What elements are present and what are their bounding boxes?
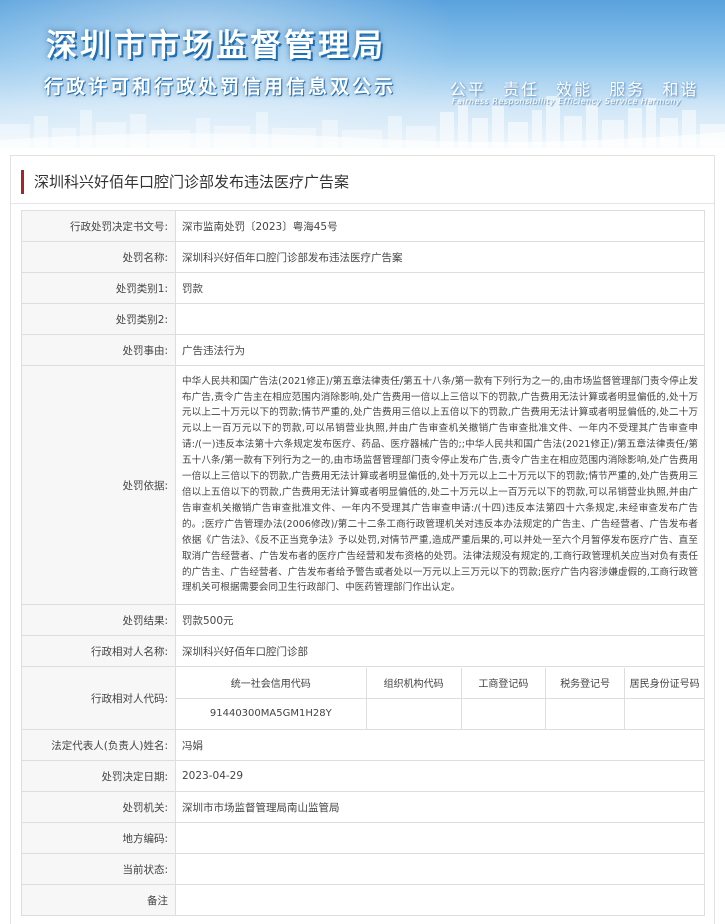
table-row: 备注 (21, 884, 705, 916)
authority-value: 深圳市市场监督管理局南山监管局 (175, 791, 705, 823)
codes-value-row: 91440300MA5GM1H28Y (176, 698, 704, 729)
table-row: 处罚结果: 罚款500元 (21, 604, 705, 636)
status-value (175, 853, 705, 885)
remarks-label: 备注 (21, 884, 176, 916)
banner-subtitle: 行政许可和行政处罚信用信息双公示 (44, 76, 397, 98)
basis-value: 中华人民共和国广告法(2021修正)/第五章法律责任/第五十八条/第一款有下列行… (175, 365, 705, 605)
table-row: 处罚类别2: (21, 303, 705, 335)
result-value: 罚款500元 (175, 604, 705, 636)
table-row: 处罚名称: 深圳科兴好佰年口腔门诊部发布违法医疗广告案 (21, 241, 705, 273)
codes-header-row: 统一社会信用代码 组织机构代码 工商登记码 税务登记号 居民身份证号码 (176, 667, 704, 699)
table-row: 地方编码: (21, 822, 705, 854)
case-detail-panel: 深圳科兴好佰年口腔门诊部发布违法医疗广告案 行政处罚决定书文号: 深市监南处罚〔… (10, 155, 715, 924)
legal-rep-label: 法定代表人(负责人)姓名: (21, 729, 176, 761)
party-codes-table: 统一社会信用代码 组织机构代码 工商登记码 税务登记号 居民身份证号码 9144… (176, 667, 704, 729)
table-row: 法定代表人(负责人)姓名: 冯娟 (21, 729, 705, 761)
header-banner: 深圳市市场监督管理局 行政许可和行政处罚信用信息双公示 公平 责任 效能 服务 … (0, 0, 725, 148)
decision-date-label: 处罚决定日期: (21, 760, 176, 792)
local-code-label: 地方编码: (21, 822, 176, 854)
authority-label: 处罚机关: (21, 791, 176, 823)
code-header: 组织机构代码 (366, 667, 462, 699)
table-row: 处罚决定日期: 2023-04-29 (21, 760, 705, 792)
case-info-table: 行政处罚决定书文号: 深市监南处罚〔2023〕粤海45号 处罚名称: 深圳科兴好… (21, 210, 705, 916)
status-label: 当前状态: (21, 853, 176, 885)
table-row: 处罚事由: 广告违法行为 (21, 334, 705, 366)
category1-label: 处罚类别1: (21, 272, 176, 304)
table-row: 当前状态: (21, 853, 705, 885)
code-header: 居民身份证号码 (624, 667, 704, 699)
decision-date-value: 2023-04-29 (175, 760, 705, 792)
reason-value: 广告违法行为 (175, 334, 705, 366)
table-row: 行政处罚决定书文号: 深市监南处罚〔2023〕粤海45号 (21, 210, 705, 242)
code-header: 统一社会信用代码 (176, 667, 367, 699)
table-row: 处罚类别1: 罚款 (21, 272, 705, 304)
title-divider (11, 203, 714, 204)
category2-label: 处罚类别2: (21, 303, 176, 335)
doc-no-label: 行政处罚决定书文号: (21, 210, 176, 242)
id-number-value (625, 698, 704, 729)
reason-label: 处罚事由: (21, 334, 176, 366)
local-code-value (175, 822, 705, 854)
code-header: 税务登记号 (545, 667, 626, 699)
doc-no-value: 深市监南处罚〔2023〕粤海45号 (175, 210, 705, 242)
credit-code-value: 91440300MA5GM1H28Y (176, 698, 367, 729)
table-row: 行政相对人名称: 深圳科兴好佰年口腔门诊部 (21, 635, 705, 667)
party-codes-label: 行政相对人代码: (21, 666, 176, 730)
business-reg-value (461, 698, 547, 729)
remarks-value (175, 884, 705, 916)
table-row: 处罚依据: 中华人民共和国广告法(2021修正)/第五章法律责任/第五十八条/第… (21, 365, 705, 605)
table-row: 行政相对人代码: 统一社会信用代码 组织机构代码 工商登记码 税务登记号 居民身… (21, 666, 705, 730)
table-row: 处罚机关: 深圳市市场监督管理局南山监管局 (21, 791, 705, 823)
code-header: 工商登记码 (461, 667, 547, 699)
case-title: 深圳科兴好佰年口腔门诊部发布违法医疗广告案 (21, 170, 349, 194)
tax-reg-value (545, 698, 626, 729)
result-label: 处罚结果: (21, 604, 176, 636)
party-name-label: 行政相对人名称: (21, 635, 176, 667)
category2-value (175, 303, 705, 335)
category1-value: 罚款 (175, 272, 705, 304)
banner-title: 深圳市市场监督管理局 (46, 28, 386, 64)
legal-rep-value: 冯娟 (175, 729, 705, 761)
penalty-name-value: 深圳科兴好佰年口腔门诊部发布违法医疗广告案 (175, 241, 705, 273)
basis-label: 处罚依据: (21, 365, 176, 605)
org-code-value (366, 698, 462, 729)
party-codes-cell: 统一社会信用代码 组织机构代码 工商登记码 税务登记号 居民身份证号码 9144… (175, 666, 705, 730)
penalty-name-label: 处罚名称: (21, 241, 176, 273)
party-name-value: 深圳科兴好佰年口腔门诊部 (175, 635, 705, 667)
banner-slogan-en: Fairness Responsibility Efficiency Servi… (452, 97, 682, 106)
